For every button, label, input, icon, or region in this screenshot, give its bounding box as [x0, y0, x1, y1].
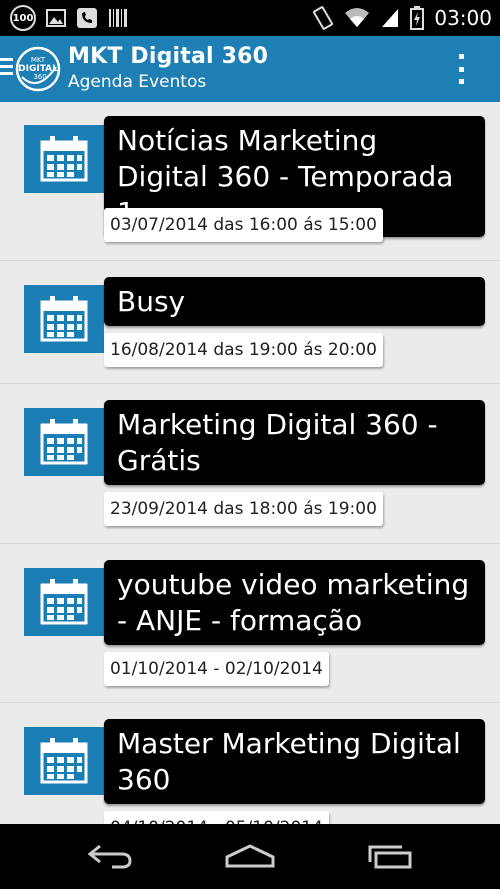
home-icon[interactable]: [220, 840, 280, 872]
event-title: Busy: [104, 277, 485, 326]
clock: 03:00: [434, 6, 492, 30]
event-date: 23/09/2014 das 18:00 ás 19:00: [104, 492, 383, 526]
event-date: 16/08/2014 das 19:00 ás 20:00: [104, 333, 383, 367]
navigation-bar: [0, 824, 500, 889]
event-title: youtube video marketing - ANJE - formaçã…: [104, 560, 485, 645]
drawer-menu-icon[interactable]: [0, 58, 14, 78]
calendar-icon: [24, 285, 104, 353]
status-bar-notifications: 100: [10, 4, 128, 32]
calendar-icon: [24, 727, 104, 795]
event-date: 04/10/2014 - 05/10/2014: [104, 811, 329, 824]
calendar-icon: [24, 568, 104, 636]
event-date: 01/10/2014 - 02/10/2014: [104, 652, 329, 686]
calendar-icon: [24, 125, 104, 193]
list-item[interactable]: Marketing Digital 360 - Grátis 23/09/201…: [0, 384, 500, 544]
app-title: MKT Digital 360: [68, 44, 269, 69]
wifi-icon: [344, 7, 370, 29]
image-icon: [46, 9, 66, 27]
list-item[interactable]: youtube video marketing - ANJE - formaçã…: [0, 544, 500, 703]
signal-icon: [380, 7, 400, 29]
status-bar: 100 03:00: [0, 0, 500, 36]
back-icon[interactable]: [80, 840, 140, 872]
app-logo[interactable]: MKT DIGITAL 360: [14, 45, 62, 93]
recent-apps-icon[interactable]: [360, 840, 420, 872]
event-title: Master Marketing Digital 360: [104, 719, 485, 804]
list-item[interactable]: Notícias Marketing Digital 360 - Tempora…: [0, 102, 500, 261]
barcode-icon: [108, 8, 128, 28]
vibrate-icon: [312, 6, 334, 30]
events-list: Notícias Marketing Digital 360 - Tempora…: [0, 102, 500, 824]
battery-percent-icon: 100: [10, 5, 36, 31]
battery-charging-icon: [410, 6, 425, 30]
app-subtitle: Agenda Eventos: [68, 72, 207, 92]
voicemail-icon: [76, 7, 98, 29]
event-title: Marketing Digital 360 - Grátis: [104, 400, 485, 485]
overflow-menu-icon[interactable]: [454, 52, 468, 86]
list-item[interactable]: Master Marketing Digital 360 04/10/2014 …: [0, 703, 500, 824]
status-bar-system: 03:00: [312, 4, 492, 32]
calendar-icon: [24, 408, 104, 476]
logo-line1: MKT: [31, 56, 46, 64]
app-bar: MKT DIGITAL 360 MKT Digital 360 Agenda E…: [0, 36, 500, 102]
logo-line3: 360: [33, 73, 46, 81]
list-item[interactable]: Busy 16/08/2014 das 19:00 ás 20:00: [0, 261, 500, 384]
event-date: 03/07/2014 das 16:00 ás 15:00: [104, 208, 383, 242]
